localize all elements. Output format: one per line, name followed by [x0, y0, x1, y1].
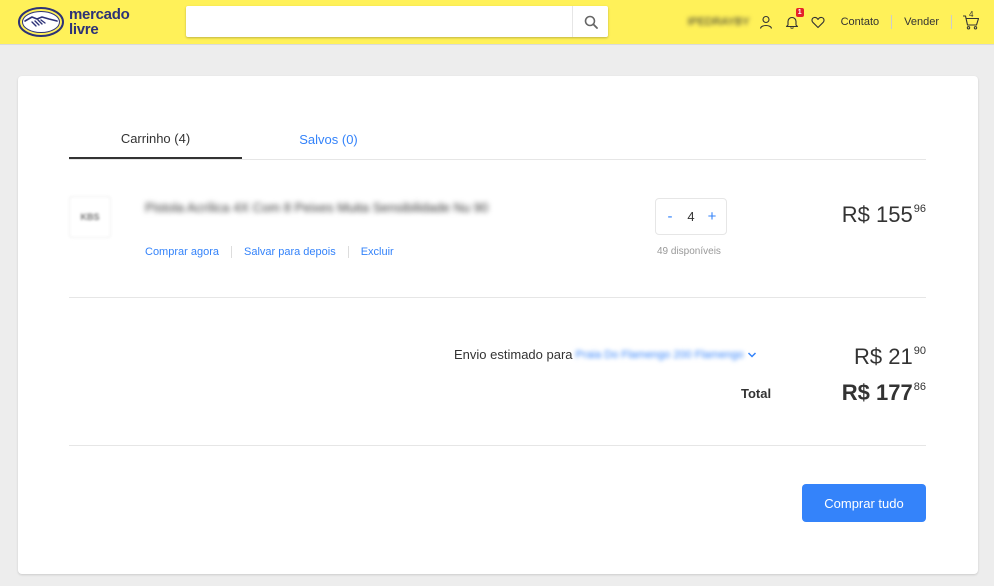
- product-title[interactable]: Pistola Acrílica 4X Com 8 Peixes Muita S…: [145, 200, 488, 215]
- quantity-value[interactable]: 4: [687, 209, 694, 224]
- logo-line1: mercado: [69, 6, 130, 23]
- favorites-heart-icon[interactable]: [809, 13, 827, 31]
- quantity-stepper: - 4 +: [655, 198, 727, 235]
- search-bar: [186, 6, 608, 37]
- decrement-button[interactable]: -: [664, 208, 676, 225]
- chevron-down-icon[interactable]: [747, 351, 757, 359]
- delete-link[interactable]: Excluir: [361, 246, 394, 258]
- shipping-price-cents: 90: [913, 345, 926, 357]
- total-price-cents: 86: [913, 381, 926, 393]
- header-nav: IPEDRAYBY 1 Contato Vender 4: [687, 0, 980, 44]
- action-divider: [347, 246, 349, 258]
- logo-line2: livre: [69, 21, 99, 38]
- item-actions: Comprar agora Salvar para depois Excluir: [145, 246, 394, 258]
- cart-item: KBS Pistola Acrílica 4X Com 8 Peixes Mui…: [69, 160, 926, 298]
- stock-available: 49 disponíveis: [657, 246, 721, 257]
- action-divider: [230, 246, 232, 258]
- cart-icon[interactable]: 4: [962, 10, 980, 31]
- tab-cart[interactable]: Carrinho (4): [69, 120, 242, 159]
- search-button[interactable]: [572, 6, 608, 37]
- tab-saved[interactable]: Salvos (0): [242, 120, 415, 158]
- item-price: R$ 155 96: [842, 203, 926, 227]
- notifications-bell-icon[interactable]: 1: [783, 8, 804, 31]
- search-icon: [584, 15, 598, 29]
- product-thumbnail[interactable]: KBS: [69, 196, 111, 238]
- search-input[interactable]: [186, 6, 572, 37]
- increment-button[interactable]: +: [706, 208, 718, 225]
- notifications-badge: 1: [795, 8, 804, 17]
- top-header: mercado livre IPEDRAYBY 1 Contato Vender: [0, 0, 994, 44]
- sell-link[interactable]: Vender: [898, 16, 945, 28]
- buy-now-link[interactable]: Comprar agora: [145, 246, 219, 258]
- shipping-price: R$ 21 90: [854, 345, 926, 369]
- cart-card: Carrinho (4) Salvos (0) KBS Pistola Acrí…: [18, 76, 978, 574]
- cart-tabs: Carrinho (4) Salvos (0): [69, 120, 926, 160]
- item-price-main: R$ 155: [841, 202, 913, 227]
- logo-text: mercado livre: [69, 6, 130, 38]
- user-icon[interactable]: [757, 13, 775, 31]
- nav-divider: [951, 15, 952, 29]
- handshake-logo-icon: [18, 7, 64, 37]
- total-price: R$ 177 86: [842, 381, 926, 405]
- order-summary: Envio estimado para Praia Do Flamengo 20…: [69, 298, 926, 446]
- buy-all-button[interactable]: Comprar tudo: [802, 484, 926, 522]
- total-price-main: R$ 177: [841, 380, 913, 405]
- user-name[interactable]: IPEDRAYBY: [687, 16, 749, 28]
- shipping-estimate: Envio estimado para Praia Do Flamengo 20…: [454, 347, 757, 362]
- shipping-destination-link[interactable]: Praia Do Flamengo 200 Flamengo: [576, 349, 744, 361]
- contact-link[interactable]: Contato: [835, 16, 886, 28]
- total-label: Total: [741, 386, 772, 401]
- shipping-price-main: R$ 21: [854, 344, 913, 369]
- save-for-later-link[interactable]: Salvar para depois: [244, 246, 336, 258]
- item-price-cents: 96: [913, 203, 926, 215]
- mercado-livre-logo[interactable]: mercado livre: [18, 5, 148, 39]
- nav-divider: [891, 15, 893, 29]
- shipping-label: Envio estimado para: [454, 347, 573, 362]
- cart-count: 4: [969, 10, 974, 19]
